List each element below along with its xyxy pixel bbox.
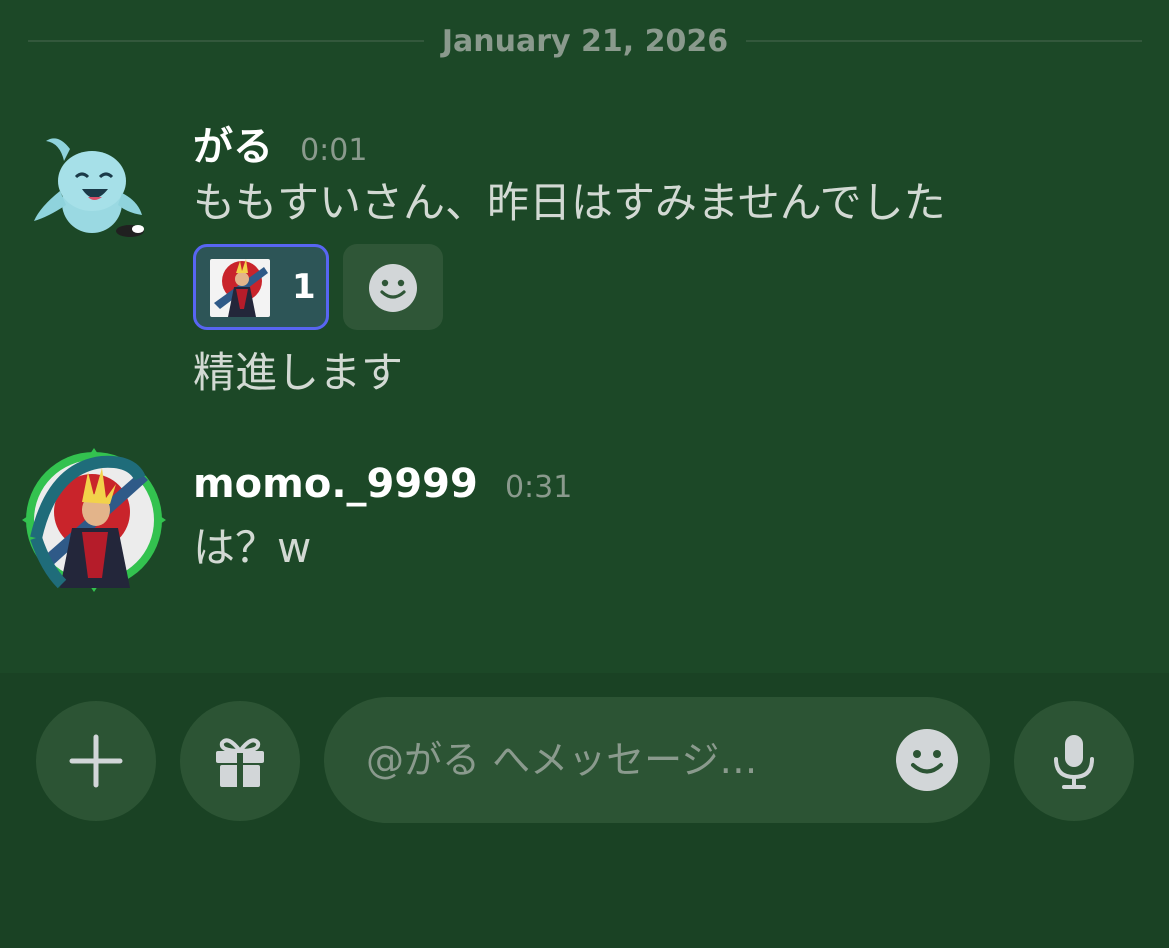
message-text: は？w bbox=[193, 523, 312, 572]
avatar[interactable] bbox=[30, 131, 160, 241]
creature-avatar-icon bbox=[34, 138, 144, 237]
reaction-count: 1 bbox=[292, 267, 316, 307]
gift-icon bbox=[216, 738, 264, 787]
add-attachment-button[interactable] bbox=[36, 701, 156, 821]
emoji-picker-icon[interactable] bbox=[894, 727, 960, 793]
divider-line-left bbox=[28, 40, 424, 42]
message-header: がる 0:01 bbox=[193, 123, 367, 171]
divider-line-right bbox=[746, 40, 1142, 42]
message-input-container[interactable] bbox=[324, 697, 990, 823]
gift-button[interactable] bbox=[180, 701, 300, 821]
message-text: ももすいさん、昨日はすみませんでした bbox=[193, 178, 946, 227]
timestamp: 0:01 bbox=[300, 133, 368, 168]
reaction-chip[interactable]: 1 bbox=[193, 244, 329, 330]
plus-icon bbox=[69, 734, 123, 788]
avatar[interactable] bbox=[22, 448, 166, 592]
smiley-icon bbox=[369, 264, 417, 312]
message-text: 精進します bbox=[193, 348, 404, 397]
date-divider-text: January 21, 2026 bbox=[441, 24, 729, 59]
username[interactable]: momo._9999 bbox=[193, 461, 478, 507]
add-reaction-button[interactable] bbox=[343, 244, 443, 330]
message-composer bbox=[0, 673, 1169, 948]
timestamp: 0:31 bbox=[504, 470, 573, 505]
voice-message-button[interactable] bbox=[1014, 701, 1134, 821]
microphone-icon bbox=[1054, 735, 1094, 789]
message-header: momo._9999 0:31 bbox=[193, 460, 572, 508]
username[interactable]: がる bbox=[193, 124, 273, 170]
message-input[interactable] bbox=[366, 725, 846, 795]
date-divider: January 21, 2026 bbox=[28, 22, 1142, 62]
anime-character-emoji-icon bbox=[210, 259, 270, 317]
anime-character-avatar-icon bbox=[22, 448, 166, 592]
